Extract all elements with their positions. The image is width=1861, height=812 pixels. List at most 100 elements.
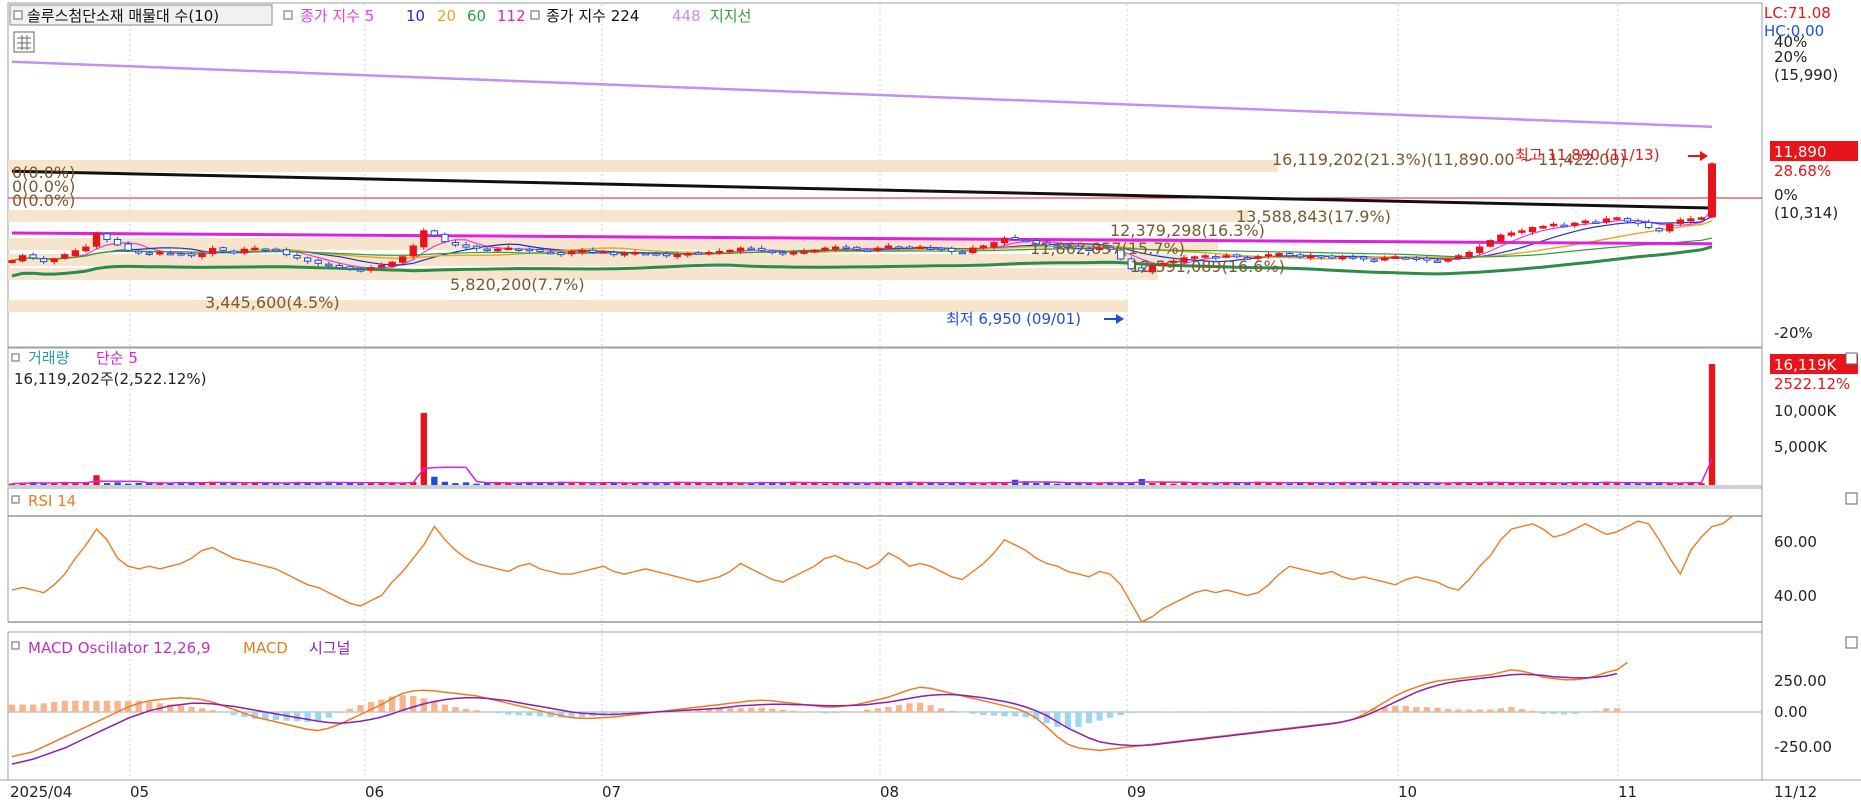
oscillator-bar xyxy=(1096,712,1102,721)
volume-bar xyxy=(801,483,807,485)
legend-toggle-icon[interactable] xyxy=(14,11,22,19)
volume-bar xyxy=(93,475,99,485)
candle-body xyxy=(104,234,110,240)
candle-body xyxy=(959,252,965,254)
macd-tick: -250.00 xyxy=(1774,738,1832,756)
candle-body xyxy=(220,248,226,251)
volume-bar xyxy=(431,477,437,485)
current-price: 11,890 xyxy=(1774,143,1827,161)
ma20-legend: 20 xyxy=(437,7,456,25)
ma-legend-title: 종가 지수 5 xyxy=(300,7,374,25)
candle-body xyxy=(400,257,406,262)
oscillator-bar xyxy=(1593,711,1599,712)
volume-bar xyxy=(685,483,691,485)
legend-toggle-icon[interactable] xyxy=(284,11,292,19)
candle-body xyxy=(452,243,458,245)
zone-label: 0(0.0%) xyxy=(12,191,75,210)
candle-body xyxy=(1382,258,1388,260)
candle-body xyxy=(621,254,627,256)
volume-bar xyxy=(706,484,712,485)
pct-tick-0: 0% xyxy=(1774,186,1798,204)
candle-body xyxy=(1688,219,1694,221)
volume-pane[interactable] xyxy=(8,348,1762,486)
candle-body xyxy=(537,249,543,251)
ma10-legend: 10 xyxy=(406,7,425,25)
current-pct: 28.68% xyxy=(1774,162,1831,180)
volume-bar xyxy=(304,483,310,485)
candle-body xyxy=(252,248,258,250)
pane-close-icon[interactable] xyxy=(1846,637,1857,648)
candle-body xyxy=(41,259,47,262)
candle-body xyxy=(1677,220,1683,223)
candle-body xyxy=(875,248,881,250)
volume-tag-pct: 2522.12% xyxy=(1774,375,1850,393)
candle-body xyxy=(590,250,596,252)
candle-body xyxy=(1445,259,1451,261)
legend-toggle-icon[interactable] xyxy=(12,642,19,649)
candle-body xyxy=(157,252,163,254)
candle-body xyxy=(611,252,617,254)
signal-label: 시그널 xyxy=(309,639,350,657)
oscillator-bar xyxy=(410,696,416,712)
candle-body xyxy=(231,251,237,253)
volume-bar xyxy=(389,483,395,485)
oscillator-bar xyxy=(357,705,363,712)
zone-label: 11,862,857(15.7%) xyxy=(1030,239,1185,258)
oscillator-bar xyxy=(1329,711,1335,712)
stock-chart-window: 0(0.0%) 0(0.0%) 0(0.0%) 16,119,202(21.3%… xyxy=(0,0,1861,808)
volume-tag-value: 16,119K xyxy=(1774,356,1837,374)
oscillator-bar xyxy=(1572,712,1578,714)
candle-body xyxy=(484,249,490,251)
candle-body xyxy=(1466,252,1472,256)
volume-bar xyxy=(104,483,110,485)
candle-body xyxy=(685,254,691,256)
volume-bar xyxy=(1550,483,1556,485)
legend-toggle-icon[interactable] xyxy=(531,11,539,19)
oscillator-bar xyxy=(1160,711,1166,712)
candle-body xyxy=(1318,256,1324,257)
candle-body xyxy=(1519,231,1525,233)
candle-body xyxy=(1550,224,1556,226)
table-grid-icon[interactable] xyxy=(14,32,34,52)
volume-bar xyxy=(653,483,659,485)
candle-body xyxy=(1635,221,1641,223)
candle-body xyxy=(1540,226,1546,228)
pane-close-icon[interactable] xyxy=(1846,493,1857,504)
candle-body xyxy=(136,251,142,253)
volume-bar xyxy=(1033,483,1039,485)
oscillator-bar xyxy=(209,710,215,712)
oscillator-bar xyxy=(1054,712,1060,727)
x-axis: 2025/04 05 06 07 08 09 10 11 11/12 xyxy=(10,783,1817,801)
high-label: 최고 11,890 (11/13) xyxy=(1515,146,1660,164)
oscillator-bar xyxy=(505,712,511,714)
pct-tick-20: 20% xyxy=(1774,48,1807,66)
pct-tick-neg20: -20% xyxy=(1774,324,1813,342)
oscillator-bar xyxy=(347,709,353,712)
volume-bar xyxy=(822,484,828,485)
x-tick: 09 xyxy=(1127,783,1146,801)
volume-bar xyxy=(1466,483,1472,485)
volume-bar xyxy=(157,483,163,485)
oscillator-bar xyxy=(1128,712,1134,713)
volume-bar xyxy=(463,482,469,485)
candle-body xyxy=(991,243,997,247)
candle-body xyxy=(1329,256,1335,258)
macd-title: MACD Oscillator 12,26,9 xyxy=(28,639,211,657)
candle-body xyxy=(1265,255,1271,257)
oscillator-bar xyxy=(1118,712,1124,715)
oscillator-bar xyxy=(1498,708,1504,712)
oscillator-bar xyxy=(30,705,36,712)
oscillator-bar xyxy=(1012,712,1018,716)
ma448-legend: 448 xyxy=(672,7,701,25)
legend-toggle-icon[interactable] xyxy=(12,354,19,361)
candle-body xyxy=(906,247,912,249)
macd-tick: 250.00 xyxy=(1774,672,1827,690)
legend-toggle-icon[interactable] xyxy=(12,496,19,503)
rsi-pane[interactable] xyxy=(8,488,1762,622)
pane-close-icon[interactable] xyxy=(1846,353,1857,364)
volume-ma-label: 단순 5 xyxy=(96,349,138,367)
oscillator-bar xyxy=(72,701,78,712)
candle-body xyxy=(516,249,522,251)
candle-body xyxy=(917,247,923,249)
candle-body xyxy=(526,249,532,251)
